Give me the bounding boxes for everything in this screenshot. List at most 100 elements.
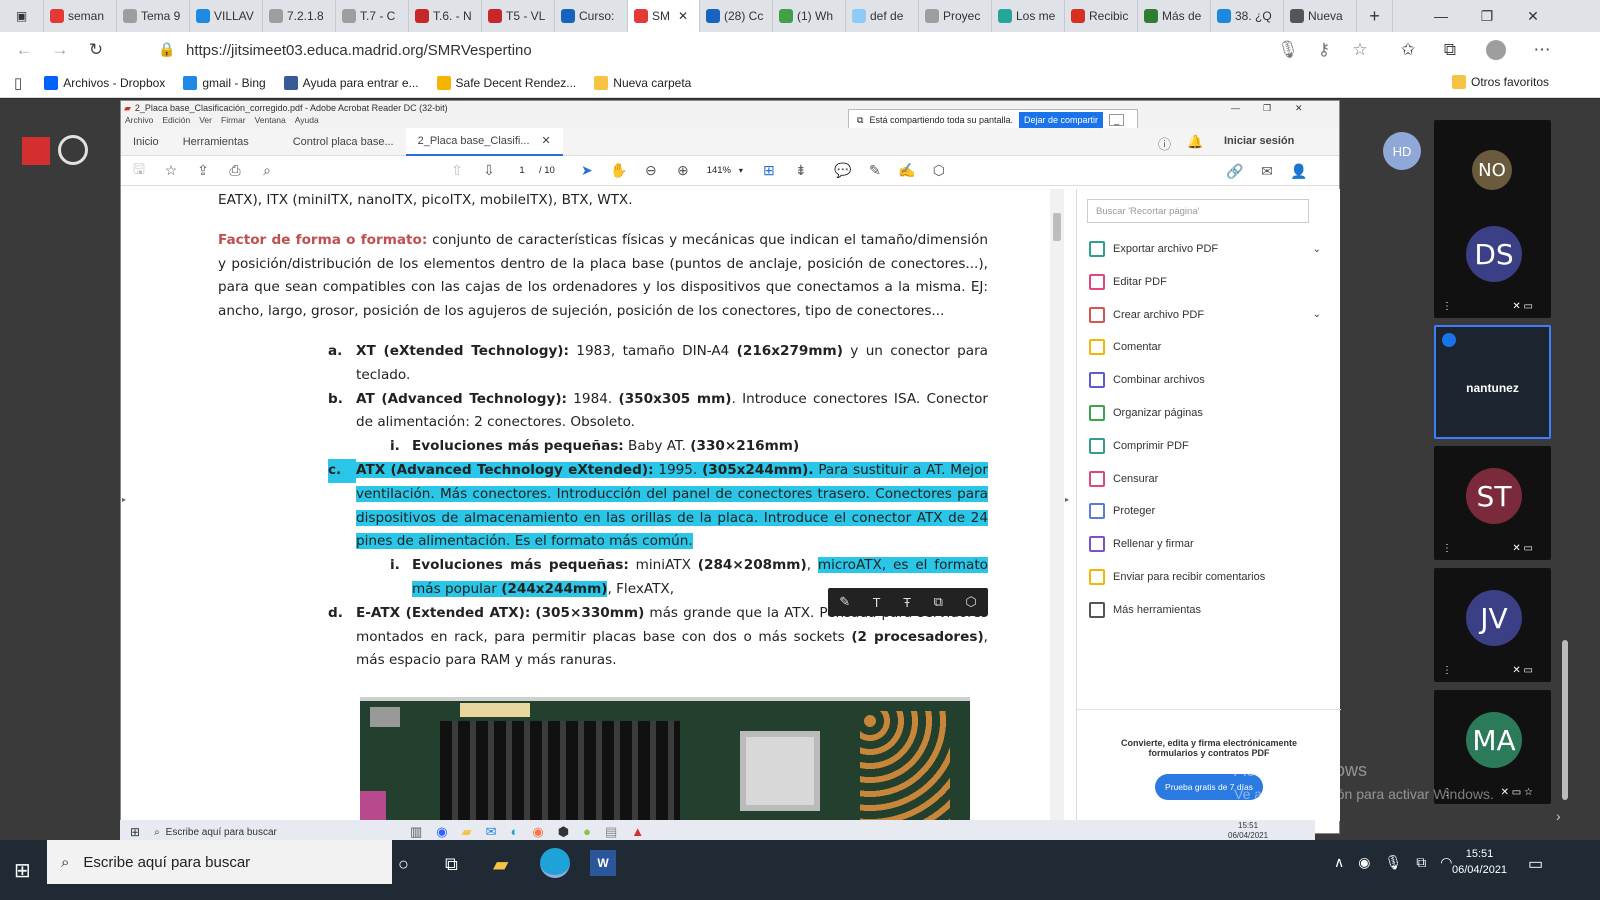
scroll-mode-icon[interactable]: ⇟ bbox=[785, 156, 817, 186]
start-icon[interactable]: ⊞ bbox=[14, 858, 31, 883]
text-icon[interactable]: T bbox=[873, 595, 881, 610]
maximize-button[interactable]: ❐ bbox=[1464, 0, 1510, 32]
link-icon[interactable]: 🔗 bbox=[1219, 156, 1251, 186]
tool-item[interactable]: Organizar páginas bbox=[1089, 405, 1321, 421]
other-favorites[interactable]: Otros favoritos bbox=[1452, 75, 1549, 89]
browser-tab[interactable]: Curso: bbox=[555, 0, 628, 32]
tab-control-placa[interactable]: Control placa base... bbox=[281, 128, 406, 156]
tab-placa-base[interactable]: 2_Placa base_Clasifi... ✕ bbox=[405, 127, 563, 156]
favorites-button[interactable]: ✩ bbox=[1390, 32, 1426, 68]
notifications-icon[interactable]: ▭ bbox=[1528, 854, 1543, 874]
menu-item[interactable]: Ver bbox=[199, 115, 212, 128]
chevron-down-icon[interactable]: ⌄ bbox=[1313, 309, 1321, 320]
tray-arrow-icon[interactable]: ∧ bbox=[1334, 854, 1344, 871]
acrobat-close[interactable]: ✕ bbox=[1295, 101, 1303, 115]
highlight-pen-icon[interactable]: ✎ bbox=[839, 594, 850, 610]
mail-icon[interactable]: ✉ bbox=[1251, 156, 1283, 186]
task-view-icon[interactable]: ⧉ bbox=[445, 854, 458, 875]
browser-tab[interactable]: 38. ¿Q bbox=[1211, 0, 1284, 32]
tab-inicio[interactable]: Inicio bbox=[121, 128, 171, 156]
browser-tab[interactable]: Tema 9 bbox=[117, 0, 190, 32]
tray-network-icon[interactable]: ◠ bbox=[1440, 854, 1452, 871]
refresh-button[interactable]: ↻ bbox=[78, 32, 114, 68]
browser-tab[interactable]: T.7 - C bbox=[336, 0, 409, 32]
browser-tab[interactable]: Nueva bbox=[1284, 0, 1357, 32]
tab-herramientas[interactable]: Herramientas bbox=[171, 128, 261, 156]
word-icon[interactable]: W bbox=[590, 850, 616, 876]
menu-item[interactable]: Archivo bbox=[125, 115, 153, 128]
participant-tile[interactable]: ST ⋮ ✕ ▭ bbox=[1434, 446, 1551, 560]
tool-item[interactable]: Crear archivo PDF ⌄ bbox=[1089, 306, 1321, 323]
save-icon[interactable]: 🖫 bbox=[123, 156, 155, 186]
add-favorite-button[interactable]: ☆ bbox=[1342, 32, 1378, 68]
browser-tab[interactable]: Más de bbox=[1138, 0, 1211, 32]
sharer-tile[interactable]: nantunez bbox=[1434, 325, 1551, 439]
tools-search-input[interactable]: Buscar 'Recortar página' bbox=[1087, 199, 1309, 223]
close-tab-icon[interactable]: ✕ bbox=[542, 134, 551, 147]
pdf-scrollbar[interactable] bbox=[1050, 189, 1064, 821]
participant-tile[interactable]: DS ⋮ ✕ ▭ bbox=[1434, 204, 1551, 318]
profile-avatar[interactable] bbox=[1486, 40, 1506, 60]
close-window-button[interactable]: ✕ bbox=[1510, 0, 1556, 32]
hand-tool-icon[interactable]: ✋ bbox=[603, 156, 635, 186]
browser-tab[interactable]: Los me bbox=[992, 0, 1065, 32]
tile-menu-icon[interactable]: ⋮ bbox=[1442, 301, 1452, 312]
tool-item[interactable]: Comprimir PDF bbox=[1089, 437, 1321, 454]
browser-tab[interactable]: VILLAV bbox=[190, 0, 263, 32]
forward-button[interactable]: → bbox=[42, 32, 78, 68]
tile-menu-icon[interactable]: ⋮ bbox=[1442, 543, 1452, 554]
chevron-down-icon[interactable]: ⌄ bbox=[1313, 244, 1321, 255]
tool-item[interactable]: Enviar para recibir comentarios bbox=[1089, 569, 1321, 585]
tab-actions-button[interactable]: ▣ bbox=[0, 0, 44, 32]
favorite-link[interactable]: gmail - Bing bbox=[183, 75, 266, 90]
favorite-link[interactable]: Ayuda para entrar e... bbox=[283, 75, 419, 90]
edge-icon[interactable] bbox=[540, 848, 570, 878]
browser-tab[interactable]: SM ✕ bbox=[628, 0, 700, 32]
tool-item[interactable]: Más herramientas bbox=[1089, 601, 1321, 618]
filmstrip-scrollbar[interactable] bbox=[1562, 640, 1568, 800]
tray-share-icon[interactable]: ⧉ bbox=[1416, 854, 1426, 871]
zoom-out-icon[interactable]: ⊖ bbox=[635, 156, 667, 186]
favorite-link[interactable]: Safe Decent Rendez... bbox=[436, 75, 576, 90]
cortana-icon[interactable]: ○ bbox=[398, 854, 409, 875]
stop-sharing-button[interactable]: Dejar de compartir bbox=[1019, 112, 1104, 128]
upload-icon[interactable]: ⇪ bbox=[187, 156, 219, 186]
close-tab-icon[interactable]: ✕ bbox=[678, 9, 688, 23]
collapse-panel-icon[interactable]: ▸ bbox=[1065, 495, 1069, 504]
minimize-button[interactable]: — bbox=[1418, 0, 1464, 32]
help-icon[interactable]: ⓘ bbox=[1158, 134, 1171, 153]
tool-item[interactable]: Exportar archivo PDF ⌄ bbox=[1089, 241, 1321, 257]
stamp-icon[interactable]: ⬡ bbox=[923, 156, 955, 186]
pdf-viewport[interactable]: ▸ EATX), ITX (miniITX, nanoITX, picoITX,… bbox=[122, 189, 1077, 821]
new-tab-button[interactable]: + bbox=[1357, 0, 1393, 32]
browser-tab[interactable]: def de bbox=[846, 0, 919, 32]
scrollbar-thumb[interactable] bbox=[1053, 213, 1061, 241]
zoom-in-icon[interactable]: ⊕ bbox=[667, 156, 699, 186]
favorite-link[interactable]: Archivos - Dropbox bbox=[44, 75, 165, 90]
browser-tab[interactable]: T5 - VL bbox=[482, 0, 555, 32]
browser-tab[interactable]: seman bbox=[44, 0, 117, 32]
copy-icon[interactable]: ⧉ bbox=[934, 594, 943, 610]
menu-item[interactable]: Ventana bbox=[255, 115, 286, 128]
url-field[interactable]: 🔒 https://jitsimeet03.educa.madrid.org/S… bbox=[150, 36, 1400, 64]
browser-tab[interactable]: T.6. - N bbox=[409, 0, 482, 32]
microphone-icon[interactable]: 🎙 bbox=[1270, 32, 1306, 68]
zoom-dropdown-icon[interactable]: ▾ bbox=[739, 166, 743, 175]
menu-item[interactable]: Firmar bbox=[221, 115, 246, 128]
comment-icon[interactable]: 💬 bbox=[827, 156, 859, 186]
tray-camera-icon[interactable]: ◉ bbox=[1358, 854, 1370, 871]
prev-page-icon[interactable]: ⇧ bbox=[441, 156, 473, 186]
browser-tab[interactable]: 7.2.1.8 bbox=[263, 0, 336, 32]
tile-menu-icon[interactable]: ⋮ bbox=[1442, 665, 1452, 676]
acrobat-maximize[interactable]: ❐ bbox=[1263, 101, 1271, 115]
search-icon[interactable]: ⌕ bbox=[251, 156, 283, 186]
settings-menu-button[interactable]: ⋯ bbox=[1524, 32, 1560, 68]
highlight-icon[interactable]: ✎ bbox=[859, 156, 891, 186]
browser-tab[interactable]: Recibic bbox=[1065, 0, 1138, 32]
tool-item[interactable]: Rellenar y firmar bbox=[1089, 536, 1321, 553]
tool-item[interactable]: Censurar bbox=[1089, 470, 1321, 487]
tray-mic-icon[interactable]: 🎙 bbox=[1384, 854, 1402, 871]
strikethrough-icon[interactable]: Ŧ bbox=[903, 595, 911, 610]
browser-tab[interactable]: (1) Wh bbox=[773, 0, 846, 32]
star-icon[interactable]: ☆ bbox=[155, 156, 187, 186]
